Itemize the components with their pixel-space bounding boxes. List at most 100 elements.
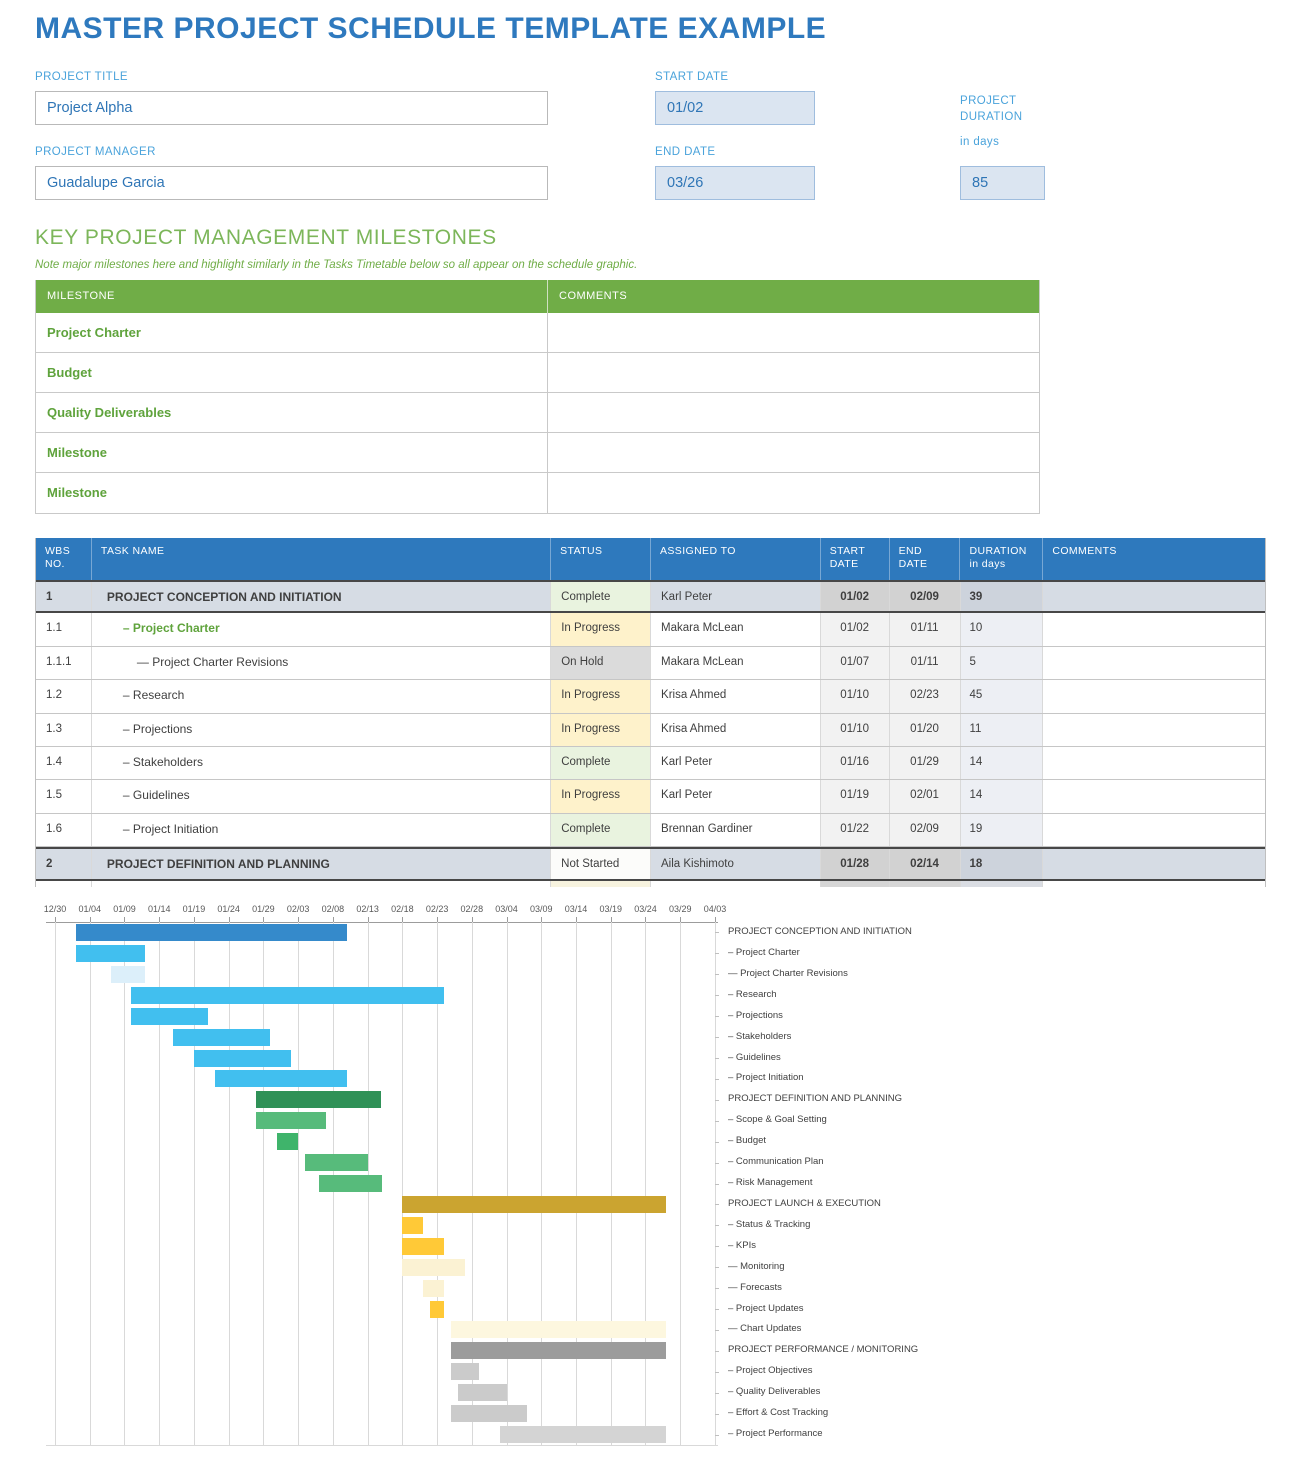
- start-date-cell[interactable]: 01/07: [820, 647, 889, 679]
- status-cell[interactable]: In Progress: [550, 780, 650, 812]
- wbs-cell[interactable]: 1.1.1: [36, 647, 91, 679]
- milestone-row: Project Charter: [36, 313, 1039, 353]
- assigned-to-cell[interactable]: Krisa Ahmed: [650, 680, 820, 712]
- assigned-to-cell[interactable]: Karl Peter: [650, 582, 820, 611]
- gantt-bar: [256, 1112, 325, 1129]
- milestone-comment-cell[interactable]: [548, 473, 1039, 513]
- duration-cell[interactable]: 19: [960, 814, 1043, 846]
- assigned-to-cell[interactable]: Karl Peter: [650, 747, 820, 779]
- comments-cell[interactable]: [1042, 647, 1265, 679]
- comments-cell[interactable]: [1042, 613, 1265, 645]
- status-cell[interactable]: Complete: [550, 814, 650, 846]
- project-manager-label: PROJECT MANAGER: [35, 146, 156, 158]
- gantt-task-label: PROJECT LAUNCH & EXECUTION: [728, 1194, 881, 1215]
- start-date-cell[interactable]: 01/10: [820, 714, 889, 746]
- start-date-cell[interactable]: 01/19: [820, 780, 889, 812]
- start-date-cell[interactable]: 01/28: [820, 849, 889, 878]
- task-name-cell[interactable]: – Guidelines: [91, 780, 550, 812]
- task-name-cell[interactable]: — Project Charter Revisions: [91, 647, 550, 679]
- assigned-to-cell[interactable]: Aila Kishimoto: [650, 849, 820, 878]
- gantt-gridline: [541, 922, 542, 1445]
- start-date-input[interactable]: 01/02: [655, 91, 815, 125]
- comments-cell[interactable]: [1042, 780, 1265, 812]
- page-title: MASTER PROJECT SCHEDULE TEMPLATE EXAMPLE: [35, 12, 826, 46]
- duration-cell[interactable]: 45: [960, 680, 1043, 712]
- start-date-cell[interactable]: 01/10: [820, 680, 889, 712]
- end-date-cell[interactable]: 02/09: [889, 814, 960, 846]
- status-cell[interactable]: On Hold: [550, 647, 650, 679]
- status-cell[interactable]: In Progress: [550, 714, 650, 746]
- milestone-comment-cell[interactable]: [548, 353, 1039, 392]
- task-name-cell[interactable]: PROJECT DEFINITION AND PLANNING: [91, 849, 550, 878]
- duration-cell[interactable]: 5: [960, 647, 1043, 679]
- project-duration-input[interactable]: 85: [960, 166, 1045, 200]
- gantt-task-label: — Monitoring: [728, 1257, 785, 1278]
- wbs-cell[interactable]: 1: [36, 582, 91, 611]
- comments-cell[interactable]: [1042, 747, 1265, 779]
- end-date-cell[interactable]: 02/01: [889, 780, 960, 812]
- milestone-name-cell[interactable]: Project Charter: [36, 313, 548, 352]
- milestone-comment-cell[interactable]: [548, 313, 1039, 352]
- milestone-comment-cell[interactable]: [548, 433, 1039, 472]
- wbs-cell[interactable]: 2: [36, 849, 91, 878]
- duration-cell[interactable]: 11: [960, 714, 1043, 746]
- end-date-cell[interactable]: 01/11: [889, 647, 960, 679]
- milestone-name-cell[interactable]: Quality Deliverables: [36, 393, 548, 432]
- column-header-assigned-to: ASSIGNED TO: [650, 538, 820, 580]
- task-name-cell[interactable]: – Research: [91, 680, 550, 712]
- milestone-name-cell[interactable]: Milestone: [36, 473, 548, 513]
- end-date-cell[interactable]: 02/23: [889, 680, 960, 712]
- start-date-cell[interactable]: 01/02: [820, 582, 889, 611]
- milestone-name-cell[interactable]: Milestone: [36, 433, 548, 472]
- project-title-input[interactable]: Project Alpha: [35, 91, 548, 125]
- wbs-cell[interactable]: 1.4: [36, 747, 91, 779]
- gantt-gridline: [55, 922, 56, 1445]
- wbs-cell[interactable]: 1.6: [36, 814, 91, 846]
- task-name-cell[interactable]: – Project Charter: [91, 613, 550, 645]
- wbs-cell[interactable]: 1.1: [36, 613, 91, 645]
- end-date-cell[interactable]: 02/09: [889, 582, 960, 611]
- duration-cell[interactable]: 18: [960, 849, 1043, 878]
- assigned-to-cell[interactable]: Krisa Ahmed: [650, 714, 820, 746]
- duration-cell[interactable]: 14: [960, 780, 1043, 812]
- status-cell[interactable]: Not Started: [550, 849, 650, 878]
- duration-cell[interactable]: 14: [960, 747, 1043, 779]
- end-date-cell[interactable]: 01/11: [889, 613, 960, 645]
- duration-cell[interactable]: 10: [960, 613, 1043, 645]
- task-name-cell[interactable]: – Stakeholders: [91, 747, 550, 779]
- milestone-comment-cell[interactable]: [548, 393, 1039, 432]
- assigned-to-cell[interactable]: Makara McLean: [650, 647, 820, 679]
- end-date-cell[interactable]: 01/29: [889, 747, 960, 779]
- wbs-cell[interactable]: 1.5: [36, 780, 91, 812]
- project-manager-input[interactable]: Guadalupe Garcia: [35, 166, 548, 200]
- gantt-axis-label: 03/04: [495, 904, 518, 914]
- wbs-cell[interactable]: 1.3: [36, 714, 91, 746]
- assigned-to-cell[interactable]: Karl Peter: [650, 780, 820, 812]
- status-cell[interactable]: In Progress: [550, 680, 650, 712]
- status-cell[interactable]: Complete: [550, 747, 650, 779]
- end-date-input[interactable]: 03/26: [655, 166, 815, 200]
- gantt-axis-label: 01/29: [252, 904, 275, 914]
- comments-cell[interactable]: [1042, 849, 1265, 878]
- end-date-cell[interactable]: 02/14: [889, 849, 960, 878]
- task-name-cell[interactable]: – Project Initiation: [91, 814, 550, 846]
- start-date-cell[interactable]: 01/22: [820, 814, 889, 846]
- gantt-right-tick: [715, 1142, 719, 1143]
- assigned-to-cell[interactable]: Makara McLean: [650, 613, 820, 645]
- status-cell[interactable]: In Progress: [550, 613, 650, 645]
- task-name-cell[interactable]: – Projections: [91, 714, 550, 746]
- comments-cell[interactable]: [1042, 814, 1265, 846]
- start-date-cell[interactable]: 01/02: [820, 613, 889, 645]
- assigned-to-cell[interactable]: Brennan Gardiner: [650, 814, 820, 846]
- comments-cell[interactable]: [1042, 714, 1265, 746]
- gantt-bar: [402, 1217, 423, 1234]
- start-date-cell[interactable]: 01/16: [820, 747, 889, 779]
- wbs-cell[interactable]: 1.2: [36, 680, 91, 712]
- task-name-cell[interactable]: PROJECT CONCEPTION AND INITIATION: [91, 582, 550, 611]
- milestone-name-cell[interactable]: Budget: [36, 353, 548, 392]
- end-date-cell[interactable]: 01/20: [889, 714, 960, 746]
- comments-cell[interactable]: [1042, 582, 1265, 611]
- duration-cell[interactable]: 39: [960, 582, 1043, 611]
- comments-cell[interactable]: [1042, 680, 1265, 712]
- status-cell[interactable]: Complete: [550, 582, 650, 611]
